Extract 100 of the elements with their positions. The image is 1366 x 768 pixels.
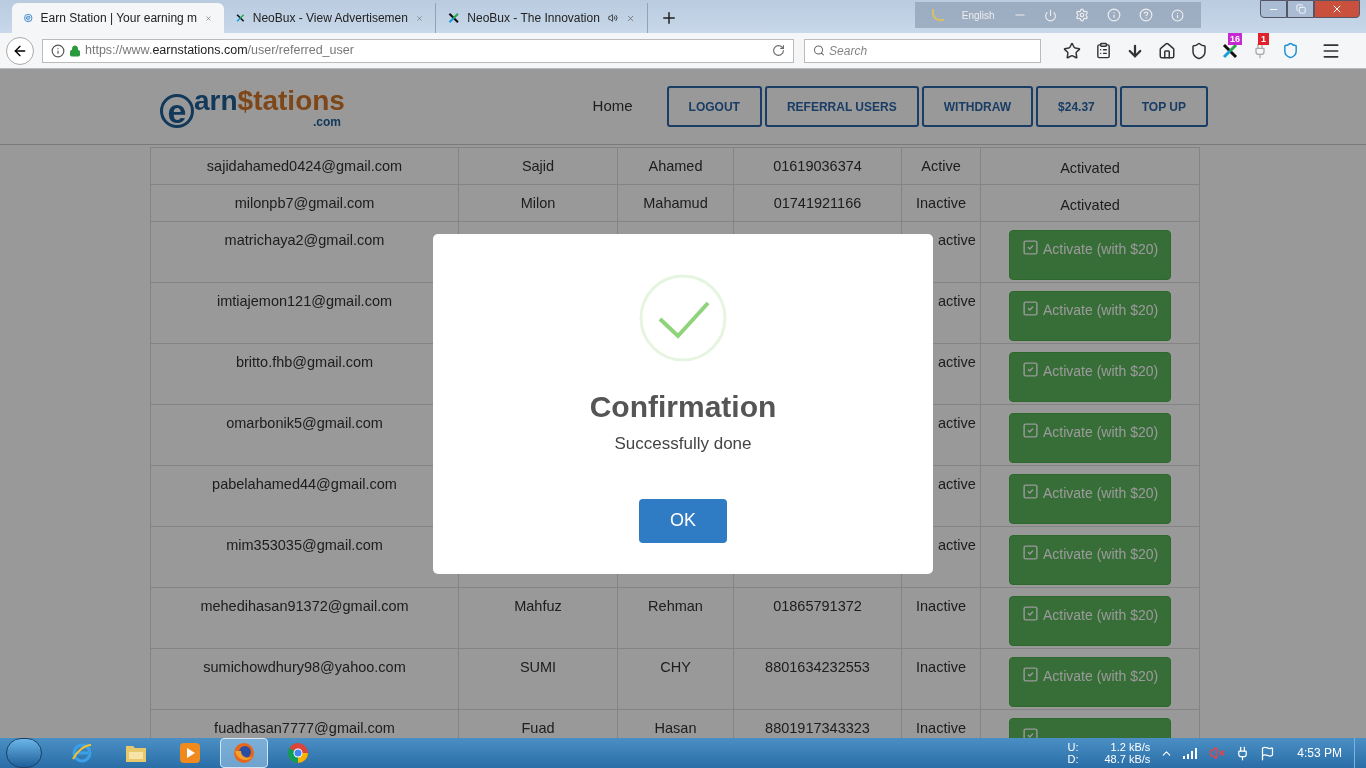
status-cell: active	[938, 476, 976, 492]
count-badge: 1	[1258, 32, 1269, 45]
upload-label: U:	[1067, 741, 1079, 753]
firefox-icon[interactable]	[232, 741, 256, 765]
home-link[interactable]: Home	[592, 95, 633, 118]
tab-title: NeoBux - The Innovation	[467, 10, 600, 27]
reading-list-icon[interactable]	[1095, 42, 1112, 59]
signal-icon[interactable]	[1183, 747, 1200, 759]
status-cell: Active	[921, 158, 961, 174]
dialog-message: Successfully done	[614, 433, 752, 455]
nav-button[interactable]: $24.37	[1036, 86, 1117, 127]
activate-button[interactable]: Activate (with $20)	[1009, 413, 1171, 463]
speaker-icon[interactable]	[607, 11, 618, 25]
phone-cell: 01865791372	[773, 598, 862, 614]
checkbox-icon	[1022, 361, 1039, 378]
logo-mark: e	[160, 93, 194, 128]
email-cell: matrichaya2@gmail.com	[224, 232, 385, 248]
status-cell: Inactive	[916, 195, 966, 211]
flag-icon[interactable]	[1260, 745, 1276, 761]
x-logo-icon	[448, 10, 460, 26]
last-name-cell: Mahamud	[643, 195, 708, 211]
home-icon[interactable]	[1158, 41, 1176, 60]
checkbox-icon	[1022, 422, 1039, 439]
email-cell: fuadhasan7777@gmail.com	[214, 720, 395, 736]
status-cell: Inactive	[916, 598, 966, 614]
nav-button[interactable]: TOP UP	[1119, 86, 1208, 127]
activate-button[interactable]: Activate (with $20)	[1009, 596, 1171, 646]
checkbox-icon	[1022, 544, 1039, 561]
activate-button[interactable]: Activate (with $20)	[1009, 230, 1171, 280]
bookmark-star-icon[interactable]	[1063, 41, 1081, 60]
email-cell: milonpb7@gmail.com	[234, 195, 375, 211]
reload-icon[interactable]	[772, 44, 785, 57]
back-button[interactable]	[6, 36, 34, 65]
last-name-cell: Rehman	[648, 598, 703, 614]
email-cell: britto.fhb@gmail.com	[235, 354, 374, 370]
url-field[interactable]: https://www.earnstations.com/user/referred_user	[42, 38, 794, 63]
last-name-cell: Ahamed	[648, 158, 703, 174]
download-speed: 48.7 kB/s	[1104, 753, 1151, 765]
site-logo[interactable]: e arn$tations .com	[160, 85, 345, 128]
first-name-cell: Sajid	[521, 158, 555, 174]
phone-cell: 8801634232553	[765, 659, 870, 675]
taskbar-app[interactable]	[220, 738, 268, 768]
last-name-cell: Hasan	[654, 720, 697, 736]
first-name-cell: SUMI	[519, 659, 557, 675]
search-icon	[813, 44, 826, 57]
activate-button[interactable]: Activate (with $20)	[1009, 535, 1171, 585]
checkbox-icon	[1022, 300, 1039, 317]
status-cell: active	[938, 354, 976, 370]
first-name-cell: Fuad	[521, 720, 555, 736]
close-button[interactable]	[1314, 0, 1360, 18]
info-icon[interactable]	[51, 43, 65, 58]
activate-button[interactable]: Activate (with $20)	[1009, 352, 1171, 402]
activated-label: Activated	[1060, 159, 1120, 178]
new-tab-icon[interactable]	[660, 9, 678, 27]
checkbox-icon	[1022, 666, 1039, 683]
activated-label: Activated	[1060, 196, 1120, 215]
checkbox-icon	[1022, 483, 1039, 500]
download-label: D:	[1067, 753, 1079, 765]
email-cell: sumichowdhury98@yahoo.com	[203, 659, 406, 675]
upload-speed: 1.2 kB/s	[1109, 741, 1151, 753]
dialog-title: Confirmation	[589, 389, 777, 425]
chrome-icon[interactable]	[286, 741, 310, 765]
status-cell: active	[938, 232, 976, 248]
minimize-button[interactable]	[1260, 0, 1287, 18]
email-cell: mehedihasan91372@gmail.com	[200, 598, 409, 614]
restore-button[interactable]	[1287, 0, 1314, 18]
first-name-cell: Mahfuz	[514, 598, 562, 614]
activate-button[interactable]: Activate (with $20)	[1009, 291, 1171, 341]
phone-cell: 01619036374	[773, 158, 862, 174]
status-cell: Inactive	[916, 720, 966, 736]
email-cell: sajidahamed0424@gmail.com	[206, 158, 403, 174]
tab-title: NeoBux - View Advertisemen	[252, 10, 408, 27]
play-icon[interactable]	[179, 742, 201, 764]
extension-icon[interactable]	[1252, 42, 1268, 59]
email-cell: imtiajemon121@gmail.com	[216, 293, 393, 309]
nav-button[interactable]: WITHDRAW	[921, 86, 1034, 127]
nav-button[interactable]: LOGOUT	[666, 86, 762, 127]
email-cell: pabelahamed44@gmail.com	[212, 476, 397, 492]
clock[interactable]: 4:53 PM	[1297, 744, 1342, 762]
status-cell: active	[938, 293, 976, 309]
search-field[interactable]: Search	[804, 38, 1041, 63]
activate-button[interactable]: Activate (with $20)	[1009, 657, 1171, 707]
search-input[interactable]: Search	[829, 41, 1032, 60]
ie-icon[interactable]	[70, 741, 94, 765]
language-label[interactable]: English	[961, 7, 995, 23]
check-circle-icon	[639, 274, 727, 362]
ok-button[interactable]: OK	[639, 498, 727, 543]
checkbox-icon	[1022, 605, 1039, 622]
checkbox-icon	[1022, 239, 1039, 256]
status-cell: active	[938, 537, 976, 553]
browser-tab[interactable]: Earn Station | Your earning m	[12, 3, 224, 33]
activate-button[interactable]: Activate (with $20)	[1009, 474, 1171, 524]
lock-icon	[69, 44, 81, 57]
email-cell: omarbonik5@gmail.com	[226, 415, 383, 431]
tab-title: Earn Station | Your earning m	[40, 10, 198, 27]
x-logo-icon	[1222, 42, 1238, 59]
start-button[interactable]	[6, 738, 42, 768]
nav-button[interactable]: REFERRAL USERS	[764, 86, 919, 127]
status-cell: active	[938, 415, 976, 431]
shield-icon[interactable]	[1282, 42, 1299, 59]
